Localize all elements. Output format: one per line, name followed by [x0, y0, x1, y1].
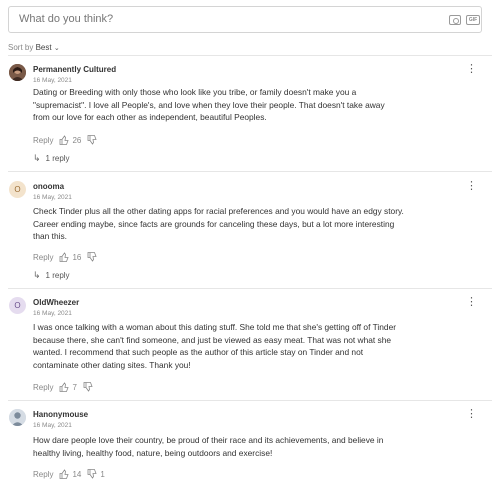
reply-arrow-icon: ↳	[33, 270, 41, 280]
avatar-photo	[9, 64, 26, 81]
comment-actions: Reply 7	[33, 382, 96, 392]
camera-icon[interactable]	[449, 15, 461, 25]
reply-button[interactable]: Reply	[33, 383, 53, 392]
avatar-initial: O	[14, 185, 21, 194]
thumbs-down-icon[interactable]	[87, 135, 97, 145]
gif-icon[interactable]: GIF	[466, 15, 480, 25]
comment-body: I was once talking with a woman about th…	[33, 321, 463, 371]
thumbs-up-icon[interactable]	[59, 382, 70, 392]
more-options-icon[interactable]	[466, 64, 472, 74]
reply-button[interactable]: Reply	[33, 253, 53, 262]
more-options-icon[interactable]	[466, 409, 472, 419]
comment-input-placeholder: What do you think?	[19, 13, 114, 25]
comment-actions: Reply 16	[33, 252, 100, 262]
avatar[interactable]	[9, 409, 26, 426]
comment-date: 16 May, 2021	[33, 77, 72, 84]
reply-button[interactable]: Reply	[33, 470, 53, 479]
comment-author[interactable]: onooma	[33, 182, 64, 191]
thumbs-down-icon[interactable]	[83, 382, 93, 392]
avatar[interactable]	[9, 64, 26, 81]
more-options-icon[interactable]	[466, 181, 472, 191]
reply-button[interactable]: Reply	[33, 136, 53, 145]
thumbs-up-icon[interactable]	[59, 469, 70, 479]
comment-date: 16 May, 2021	[33, 310, 72, 317]
comment-author[interactable]: Hanonymouse	[33, 410, 88, 419]
divider	[8, 55, 492, 56]
comment-actions: Reply 14 1	[33, 469, 105, 479]
view-replies-button[interactable]: ↳ 1 reply	[33, 153, 70, 164]
sort-dropdown[interactable]: Sort by Best ⌄	[8, 43, 60, 52]
comment-body: Dating or Breeding with only those who l…	[33, 86, 463, 124]
sort-label: Sort by	[8, 43, 34, 52]
thumbs-down-icon[interactable]	[87, 469, 97, 479]
like-count: 16	[72, 252, 82, 262]
comment-body-line: Check Tinder plus all the other dating a…	[33, 206, 404, 216]
comment-body-line: Career ending maybe, since facts are gro…	[33, 218, 395, 229]
comment-body-line: than this.	[33, 231, 67, 242]
comment-body-line: contaminate other dating sites. Thank yo…	[33, 359, 191, 370]
comment-date: 16 May, 2021	[33, 422, 72, 429]
avatar[interactable]: O	[9, 181, 26, 198]
comment-body: Check Tinder plus all the other dating a…	[33, 205, 463, 243]
comment-body-line: Dating or Breeding with only those who l…	[33, 87, 357, 97]
comment-body-line: healthy living, healthy food, nature, be…	[33, 447, 273, 458]
more-options-icon[interactable]	[466, 297, 472, 307]
like-count: 26	[72, 135, 82, 145]
reply-arrow-icon: ↳	[33, 153, 41, 163]
avatar-initial: O	[14, 301, 21, 310]
comment-author[interactable]: Permanently Cultured	[33, 65, 116, 74]
avatar-silhouette-icon	[9, 409, 26, 426]
comment-body-line: I was once talking with a woman about th…	[33, 322, 397, 332]
dislike-count: 1	[100, 469, 105, 479]
comment-body-line: "supremacist". I love all People's, and …	[33, 99, 385, 110]
comment-body-line: from our love for each other as independ…	[33, 112, 267, 123]
divider	[8, 288, 492, 289]
comment-date: 16 May, 2021	[33, 194, 72, 201]
divider	[8, 400, 492, 401]
like-count: 14	[72, 469, 82, 479]
replies-count: 1 reply	[45, 154, 70, 163]
thumbs-up-icon[interactable]	[59, 252, 70, 262]
thumbs-up-icon[interactable]	[59, 135, 70, 145]
comment-body: How dare people love their country, be p…	[33, 434, 463, 459]
view-replies-button[interactable]: ↳ 1 reply	[33, 270, 70, 281]
comment-body-line: How dare people love their country, be p…	[33, 435, 384, 445]
comment-actions: Reply 26	[33, 135, 100, 145]
comment-author[interactable]: OldWheezer	[33, 298, 79, 307]
replies-count: 1 reply	[45, 271, 70, 280]
comment-body-line: because there, she can't find someone, a…	[33, 334, 392, 345]
chevron-down-icon: ⌄	[53, 45, 60, 52]
comment-body-line: wanted. I recommend that such people as …	[33, 347, 364, 358]
sort-value: Best	[35, 43, 52, 52]
comment-input[interactable]: What do you think? GIF	[8, 6, 482, 33]
like-count: 7	[72, 382, 77, 392]
thumbs-down-icon[interactable]	[87, 252, 97, 262]
divider	[8, 171, 492, 172]
avatar[interactable]: O	[9, 297, 26, 314]
